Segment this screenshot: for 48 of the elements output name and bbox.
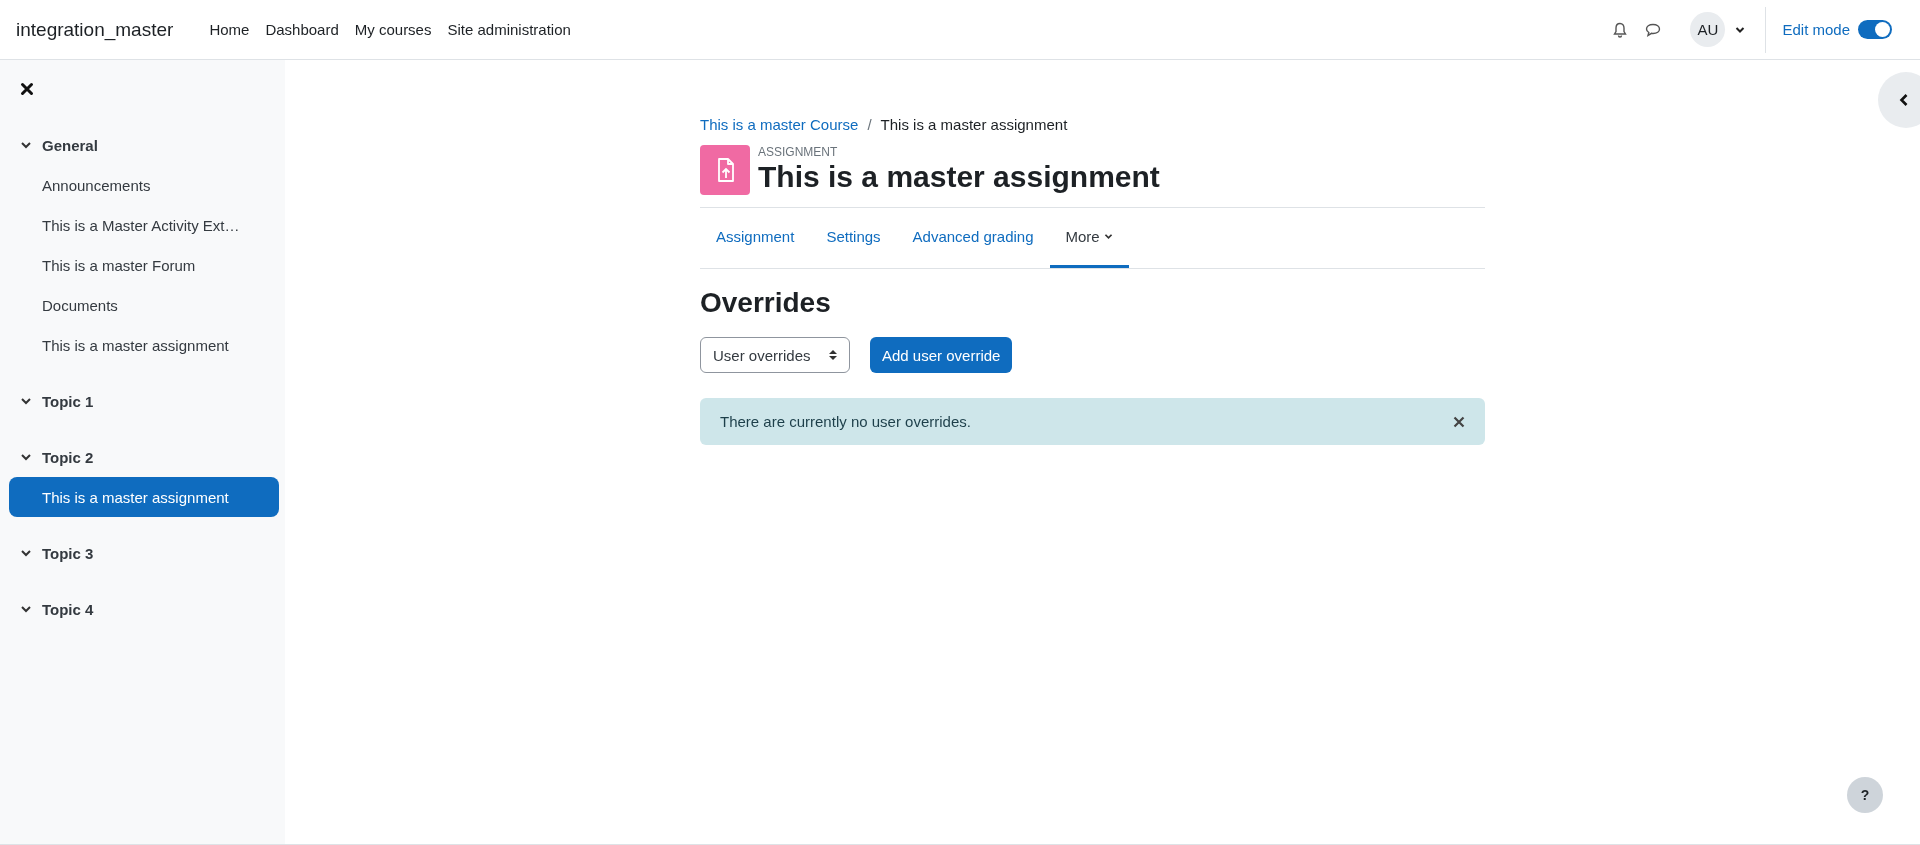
- chevron-icon[interactable]: [20, 452, 32, 462]
- alert-message: There are currently no user overrides.: [720, 413, 971, 430]
- help-button[interactable]: ?: [1847, 777, 1883, 813]
- chevron-icon[interactable]: [20, 140, 32, 150]
- nav-tab[interactable]: Assignment: [700, 208, 811, 268]
- close-icon[interactable]: [1453, 415, 1465, 428]
- nav-link[interactable]: My courses: [354, 21, 432, 38]
- section-title[interactable]: Topic 4: [42, 600, 94, 618]
- up-down-arrows-icon[interactable]: [829, 349, 837, 361]
- section-title[interactable]: Topic 2: [42, 448, 94, 466]
- nav-link[interactable]: Dashboard: [265, 21, 339, 38]
- user-avatar[interactable]: AU: [1690, 12, 1726, 47]
- chevron-icon[interactable]: [20, 396, 32, 406]
- breadcrumb-current: This is a master assignment: [880, 116, 1068, 133]
- section-title[interactable]: Topic 1: [42, 392, 94, 410]
- sidebar-item[interactable]: This is a master Forum: [9, 245, 279, 285]
- activity-type-label: ASSIGNMENT: [758, 145, 839, 159]
- nav-link[interactable]: Site administration: [447, 21, 571, 38]
- caret-icon[interactable]: [1735, 25, 1746, 34]
- drawer-toggle-button[interactable]: [1878, 72, 1920, 128]
- sidebar-item[interactable]: This is a Master Activity Ext…: [9, 205, 279, 245]
- close-icon[interactable]: [20, 82, 34, 96]
- add-user-override-button[interactable]: Add user override: [870, 337, 1013, 373]
- chevron-left-icon[interactable]: [1898, 93, 1910, 107]
- chevron-icon[interactable]: [20, 548, 32, 558]
- sidebar-item[interactable]: This is a master assignment: [9, 325, 279, 365]
- section-title[interactable]: Topic 3: [42, 544, 94, 562]
- nav-tab[interactable]: Advanced grading: [896, 208, 1050, 268]
- caret-icon[interactable]: [1103, 233, 1113, 240]
- file-upload-icon: [700, 145, 750, 195]
- edit-mode-toggle[interactable]: [1858, 20, 1892, 39]
- section-heading: Overrides: [700, 287, 832, 319]
- breadcrumb-separator: /: [867, 116, 872, 133]
- sidebar-item[interactable]: Documents: [9, 285, 279, 325]
- bell-icon[interactable]: [1612, 21, 1629, 38]
- section-title[interactable]: General: [42, 136, 98, 154]
- sidebar-item[interactable]: Announcements: [9, 165, 279, 205]
- nav-tab[interactable]: More: [1049, 208, 1129, 268]
- chevron-icon[interactable]: [20, 604, 32, 614]
- sidebar-item[interactable]: This is a master assignment: [9, 477, 279, 517]
- speech-bubble-icon[interactable]: [1644, 21, 1663, 38]
- nav-tab[interactable]: Settings: [810, 208, 897, 268]
- edit-mode-label: Edit mode: [1782, 21, 1850, 38]
- breadcrumb-link[interactable]: This is a master Course: [700, 116, 859, 133]
- site-name[interactable]: integration_master: [16, 18, 174, 41]
- override-type-select[interactable]: User overrides: [700, 337, 850, 373]
- page-title: This is a master assignment: [758, 159, 1160, 195]
- nav-link[interactable]: Home: [209, 21, 250, 38]
